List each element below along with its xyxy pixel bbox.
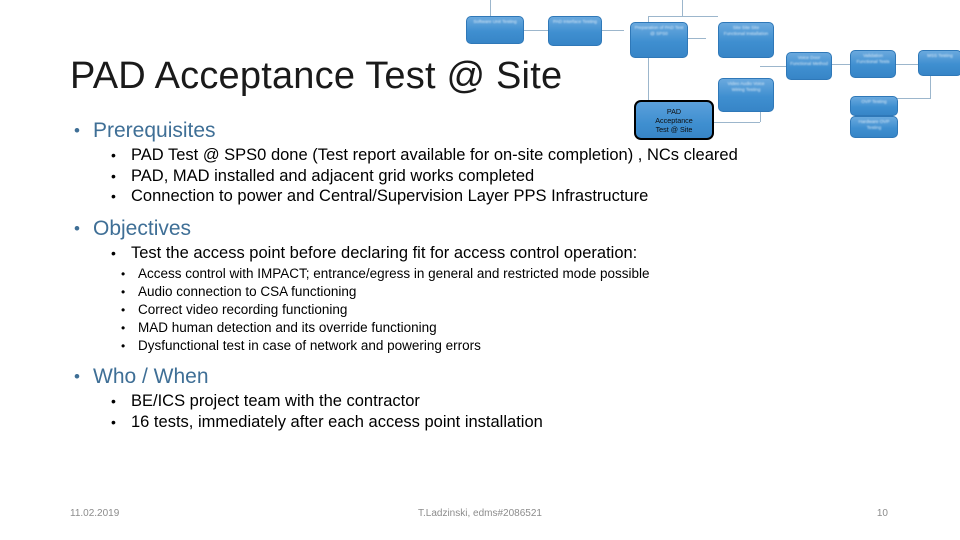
diagram-node: OVP Testing: [850, 96, 898, 116]
diagram-connector: [830, 64, 852, 65]
diagram-connector: [688, 38, 706, 39]
diagram-node-label: PAD Interface Testing: [552, 19, 597, 24]
list-item: Test the access point before declaring f…: [103, 243, 890, 264]
section-objectives: Objectives: [70, 216, 890, 242]
diagram-connector: [896, 64, 918, 65]
who-when-bullet-list: BE/ICS project team with the contractor …: [103, 391, 890, 432]
diagram-node-label: Site Site Site Functional Installation: [723, 25, 769, 36]
diagram-node-stack: Preparation of PAD Test @ SPS0: [622, 14, 688, 58]
diagram-callout-label: PAD Acceptance Test @ Site: [655, 106, 693, 134]
section-heading-label: Who / When: [93, 365, 209, 388]
list-item: MAD human detection and its override fun…: [112, 319, 890, 337]
diagram-connector: [648, 16, 718, 17]
section-heading-label: Objectives: [93, 216, 192, 240]
objectives-sub-bullet-list: Access control with IMPACT; entrance/egr…: [112, 265, 890, 355]
list-item: PAD, MAD installed and adjacent grid wor…: [103, 166, 890, 187]
section-prerequisites: Prerequisites: [70, 118, 890, 144]
list-item: Audio connection to CSA functioning: [112, 283, 890, 301]
diagram-node-label: Preparation of PAD Test @ SPS0: [634, 25, 684, 36]
section-heading-label: Prerequisites: [93, 119, 216, 142]
diagram-connector: [602, 30, 624, 31]
section-heading: Who / When: [70, 364, 890, 390]
objectives-bullet-list: Test the access point before declaring f…: [103, 243, 890, 264]
diagram-node-label: Voice Door Functional Method: [790, 55, 828, 66]
list-item: Correct video recording functioning: [112, 301, 890, 319]
section-heading: Objectives: [70, 216, 890, 242]
section-heading: Prerequisites: [70, 118, 890, 144]
diagram-node: Validation Functional Tests: [850, 50, 896, 78]
page-title: PAD Acceptance Test @ Site: [70, 55, 563, 97]
section-who-when: Who / When: [70, 364, 890, 390]
diagram-callout-pad-acceptance-test: PAD Acceptance Test @ Site: [634, 100, 714, 140]
list-item: Connection to power and Central/Supervis…: [103, 186, 890, 207]
diagram-connector: [760, 66, 786, 67]
diagram-node: Software Unit Testing: [466, 16, 524, 44]
diagram-node-label: Validation Functional Tests: [856, 53, 890, 64]
footer-author: T.Ladzinski, edms#2086521: [418, 508, 542, 519]
diagram-node-label: Video Audio Voice Wiring Testing: [727, 81, 765, 92]
slide-footer: 11.02.2019 T.Ladzinski, edms#2086521 10: [0, 508, 960, 528]
diagram-connector: [524, 30, 548, 31]
diagram-connector: [682, 0, 683, 16]
diagram-node-label: MSS Testing: [927, 53, 953, 58]
diagram-node-label: Software Unit Testing: [473, 19, 517, 24]
list-item: Dysfunctional test in case of network an…: [112, 337, 890, 355]
diagram-node-stack: Video Audio Voice Wiring Testing: [710, 70, 774, 112]
slide-body: Prerequisites PAD Test @ SPS0 done (Test…: [70, 118, 890, 432]
list-item: 16 tests, immediately after each access …: [103, 412, 890, 433]
diagram-node-stack: Site Site Site Functional Installation: [710, 14, 774, 58]
diagram-node-stack: Voice Door Functional Method: [778, 44, 832, 80]
list-item: PAD Test @ SPS0 done (Test report availa…: [103, 145, 890, 166]
prerequisites-bullet-list: PAD Test @ SPS0 done (Test report availa…: [103, 145, 890, 207]
footer-page-number: 10: [876, 508, 888, 519]
list-item: Access control with IMPACT; entrance/egr…: [112, 265, 890, 283]
list-item: BE/ICS project team with the contractor: [103, 391, 890, 412]
diagram-node-label: OVP Testing: [861, 99, 887, 104]
slide-canvas: Software Unit Testing PAD Interface Test…: [0, 0, 960, 540]
diagram-connector: [490, 0, 491, 16]
diagram-node: MSS Testing: [918, 50, 960, 76]
diagram-node: PAD Interface Testing: [548, 16, 602, 46]
